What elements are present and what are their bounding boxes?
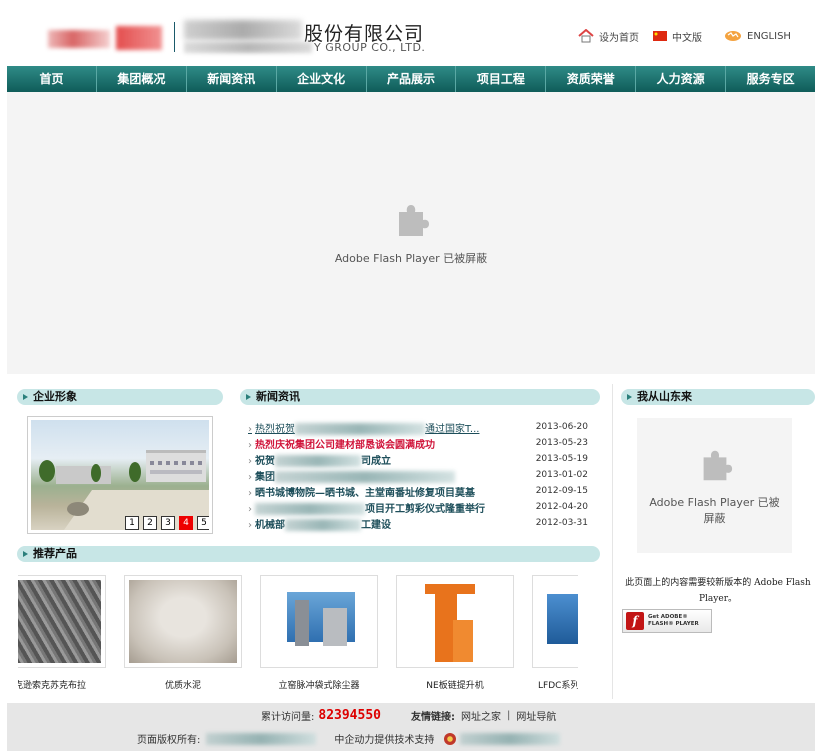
product-item[interactable]: LFDC系列 bbox=[532, 575, 578, 691]
section-products: 推荐产品 bbox=[17, 546, 600, 562]
product-label: 立窑脉冲袋式除尘器 bbox=[278, 681, 360, 691]
nav-hr[interactable]: 人力资源 bbox=[636, 66, 727, 92]
list-item: 热烈祝贺通过国家T... 2013-06-20 bbox=[248, 419, 588, 435]
section-news: 新闻资讯 bbox=[240, 389, 600, 405]
visit-count-label: 累计访问量: bbox=[261, 712, 315, 723]
home-icon bbox=[578, 29, 594, 43]
news-date: 2013-05-19 bbox=[535, 454, 588, 464]
news-date: 2012-09-15 bbox=[535, 486, 588, 496]
globe-icon bbox=[725, 31, 741, 41]
news-link[interactable]: 集团 bbox=[248, 468, 455, 483]
logo-divider bbox=[174, 22, 175, 52]
company-logo[interactable] bbox=[48, 24, 164, 54]
site-header: 股份有限公司 Y GROUP CO., LTD. 设为首页 中文版 ENGLIS… bbox=[0, 0, 820, 66]
news-list: 热烈祝贺通过国家T... 2013-06-20 热烈庆祝集团公司建材部恳谈会圆满… bbox=[248, 419, 588, 531]
product-image bbox=[532, 575, 578, 668]
product-carousel: 克逊索克苏克布拉 优质水泥 立窑脉冲袋式除尘器 NE板链提升机 LFDC系列 bbox=[18, 575, 578, 695]
flash-blocked-text: Adobe Flash Player 已被屏蔽 bbox=[649, 495, 780, 525]
factory-photo: 1 2 3 4 5 bbox=[31, 420, 209, 530]
flash-logo-icon: f bbox=[626, 612, 644, 630]
top-links: 设为首页 中文版 ENGLISH bbox=[578, 28, 805, 44]
pager-3[interactable]: 3 bbox=[161, 516, 175, 530]
friend-link-1[interactable]: 网址之家 bbox=[461, 708, 501, 723]
news-date: 2013-06-20 bbox=[535, 422, 588, 432]
news-date: 2013-01-02 bbox=[535, 470, 588, 480]
list-item: 热烈庆祝集团公司建材部恳谈会圆满成功 2013-05-23 bbox=[248, 435, 588, 451]
tech-support: 中企动力提供技术支持 bbox=[334, 735, 435, 746]
product-item[interactable]: 优质水泥 bbox=[124, 575, 242, 691]
chinese-version-link[interactable]: 中文版 bbox=[653, 29, 702, 44]
pager-1[interactable]: 1 bbox=[125, 516, 139, 530]
set-homepage-link[interactable]: 设为首页 bbox=[578, 29, 639, 44]
nav-culture[interactable]: 企业文化 bbox=[277, 66, 367, 92]
product-label: 优质水泥 bbox=[164, 681, 201, 691]
nav-home[interactable]: 首页 bbox=[7, 66, 97, 92]
news-link[interactable]: 项目开工剪彩仪式隆重举行 bbox=[248, 500, 485, 515]
news-link[interactable]: 热烈庆祝集团公司建材部恳谈会圆满成功 bbox=[248, 436, 435, 451]
flash-blocked-text: Adobe Flash Player 已被屏蔽 bbox=[334, 252, 488, 265]
redacted-name bbox=[184, 20, 302, 40]
pager-5[interactable]: 5 bbox=[197, 516, 209, 530]
product-item[interactable]: 克逊索克苏克布拉 bbox=[18, 575, 106, 691]
copyright-label: 页面版权所有: bbox=[137, 735, 201, 746]
flash-banner-placeholder[interactable]: Adobe Flash Player 已被屏蔽 bbox=[7, 92, 815, 374]
section-shandong: 我从山东来 bbox=[621, 389, 815, 405]
list-item: 祝贺司成立 2013-05-19 bbox=[248, 451, 588, 467]
nav-projects[interactable]: 项目工程 bbox=[456, 66, 547, 92]
nav-service[interactable]: 服务专区 bbox=[726, 66, 815, 92]
section-company-image: 企业形象 bbox=[17, 389, 223, 405]
china-flag-icon bbox=[653, 31, 667, 41]
product-label: NE板链提升机 bbox=[426, 681, 484, 691]
product-image bbox=[124, 575, 242, 668]
friend-link-2[interactable]: 网址导航 bbox=[516, 708, 556, 723]
visit-count: 82394550 bbox=[318, 708, 381, 723]
product-label: LFDC系列 bbox=[538, 681, 578, 691]
column-divider bbox=[612, 384, 613, 699]
flash-side-placeholder[interactable]: Adobe Flash Player 已被屏蔽 bbox=[637, 418, 792, 553]
product-item[interactable]: 立窑脉冲袋式除尘器 bbox=[260, 575, 378, 691]
product-image bbox=[260, 575, 378, 668]
english-version-link[interactable]: ENGLISH bbox=[724, 30, 791, 42]
police-badge-icon[interactable] bbox=[444, 732, 457, 745]
pager-2[interactable]: 2 bbox=[143, 516, 157, 530]
redacted-name-en bbox=[184, 42, 312, 53]
site-footer: 累计访问量: 82394550 友情链接: 网址之家 | 网址导航 页面版权所有… bbox=[7, 703, 815, 751]
news-link[interactable]: 机械部工建设 bbox=[248, 516, 391, 531]
list-item: 机械部工建设 2012-03-31 bbox=[248, 515, 588, 531]
plugin-icon bbox=[703, 450, 732, 480]
slideshow-pager: 1 2 3 4 5 bbox=[121, 516, 209, 530]
news-date: 2012-04-20 bbox=[535, 502, 588, 512]
main-nav: 首页 集团概况 新闻资讯 企业文化 产品展示 项目工程 资质荣誉 人力资源 服务… bbox=[7, 66, 815, 92]
friend-links-label: 友情链接: bbox=[411, 712, 455, 723]
pager-4[interactable]: 4 bbox=[179, 516, 193, 530]
news-link[interactable]: 热烈祝贺通过国家T... bbox=[248, 420, 479, 435]
get-flash-player-button[interactable]: f Get ADOBE® FLASH® PLAYER bbox=[622, 609, 712, 633]
news-date: 2013-05-23 bbox=[535, 438, 588, 448]
list-item: 晒书城博物院—晒书城、主堂南番址修复项目莫基 2012-09-15 bbox=[248, 483, 588, 499]
nav-group-overview[interactable]: 集团概况 bbox=[97, 66, 187, 92]
list-item: 集团 2013-01-02 bbox=[248, 467, 588, 483]
product-label: 克逊索克苏克布拉 bbox=[18, 681, 86, 691]
company-image-slideshow[interactable]: 1 2 3 4 5 bbox=[27, 416, 213, 534]
product-image bbox=[396, 575, 514, 668]
news-date: 2012-03-31 bbox=[535, 518, 588, 528]
news-link[interactable]: 祝贺司成立 bbox=[248, 452, 391, 467]
product-item[interactable]: NE板链提升机 bbox=[396, 575, 514, 691]
flash-required-note: 此页面上的内容需要较新版本的 Adobe Flash Player。 bbox=[625, 578, 811, 604]
nav-honors[interactable]: 资质荣誉 bbox=[546, 66, 637, 92]
company-name-en: Y GROUP CO., LTD. bbox=[314, 41, 426, 54]
product-image bbox=[18, 575, 106, 668]
list-item: 项目开工剪彩仪式隆重举行 2012-04-20 bbox=[248, 499, 588, 515]
nav-news[interactable]: 新闻资讯 bbox=[187, 66, 277, 92]
plugin-icon bbox=[399, 205, 429, 236]
news-link[interactable]: 晒书城博物院—晒书城、主堂南番址修复项目莫基 bbox=[248, 484, 475, 499]
nav-products[interactable]: 产品展示 bbox=[367, 66, 457, 92]
